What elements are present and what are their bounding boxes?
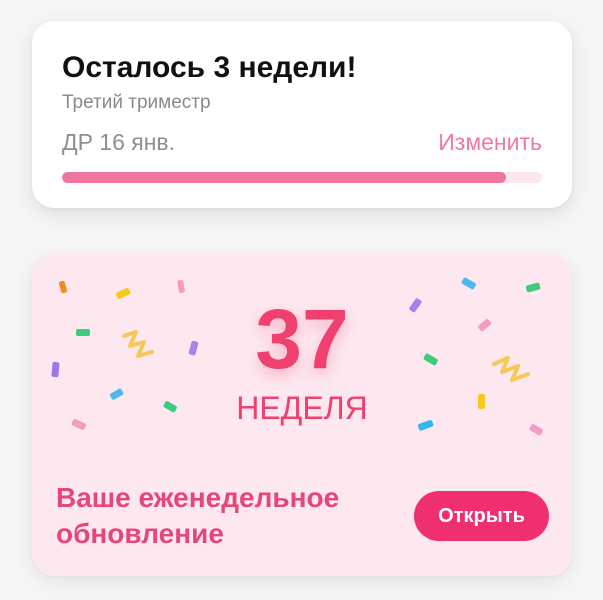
week-label: НЕДЕЛЯ bbox=[236, 390, 368, 426]
weeks-left-title: Осталось 3 недели! bbox=[62, 51, 357, 84]
confetti-piece bbox=[110, 388, 124, 400]
pregnancy-progress-bar bbox=[62, 172, 542, 183]
confetti-zigzag bbox=[492, 356, 530, 382]
confetti-piece bbox=[58, 280, 68, 294]
weekly-update-card[interactable]: 37 НЕДЕЛЯ Ваше еженедельное обновление О… bbox=[32, 254, 572, 576]
confetti-piece bbox=[529, 424, 543, 436]
confetti-piece bbox=[51, 361, 60, 378]
confetti-piece bbox=[76, 329, 90, 336]
due-date-label: ДР 16 янв. bbox=[62, 129, 176, 155]
confetti-piece bbox=[525, 282, 541, 293]
confetti-piece bbox=[71, 418, 86, 430]
confetti-piece bbox=[478, 394, 485, 409]
confetti-piece bbox=[177, 279, 185, 294]
weekly-update-title: Ваше еженедельное обновление bbox=[56, 482, 340, 549]
confetti-piece bbox=[409, 298, 422, 313]
confetti-piece bbox=[163, 401, 177, 413]
change-due-date-button[interactable]: Изменить bbox=[438, 129, 542, 156]
confetti-piece bbox=[116, 287, 131, 299]
confetti-piece bbox=[478, 319, 492, 332]
pregnancy-progress-fill bbox=[62, 172, 506, 183]
confetti-piece bbox=[461, 277, 476, 290]
trimester-label: Третий триместр bbox=[62, 92, 211, 113]
confetti-piece bbox=[423, 353, 438, 366]
confetti-piece bbox=[188, 340, 199, 356]
week-number: 37 bbox=[255, 292, 349, 386]
open-button[interactable]: Открыть bbox=[414, 491, 549, 541]
due-date-card: Осталось 3 недели! Третий триместр ДР 16… bbox=[32, 21, 572, 208]
confetti-zigzag bbox=[122, 330, 154, 358]
confetti-piece bbox=[417, 420, 434, 431]
